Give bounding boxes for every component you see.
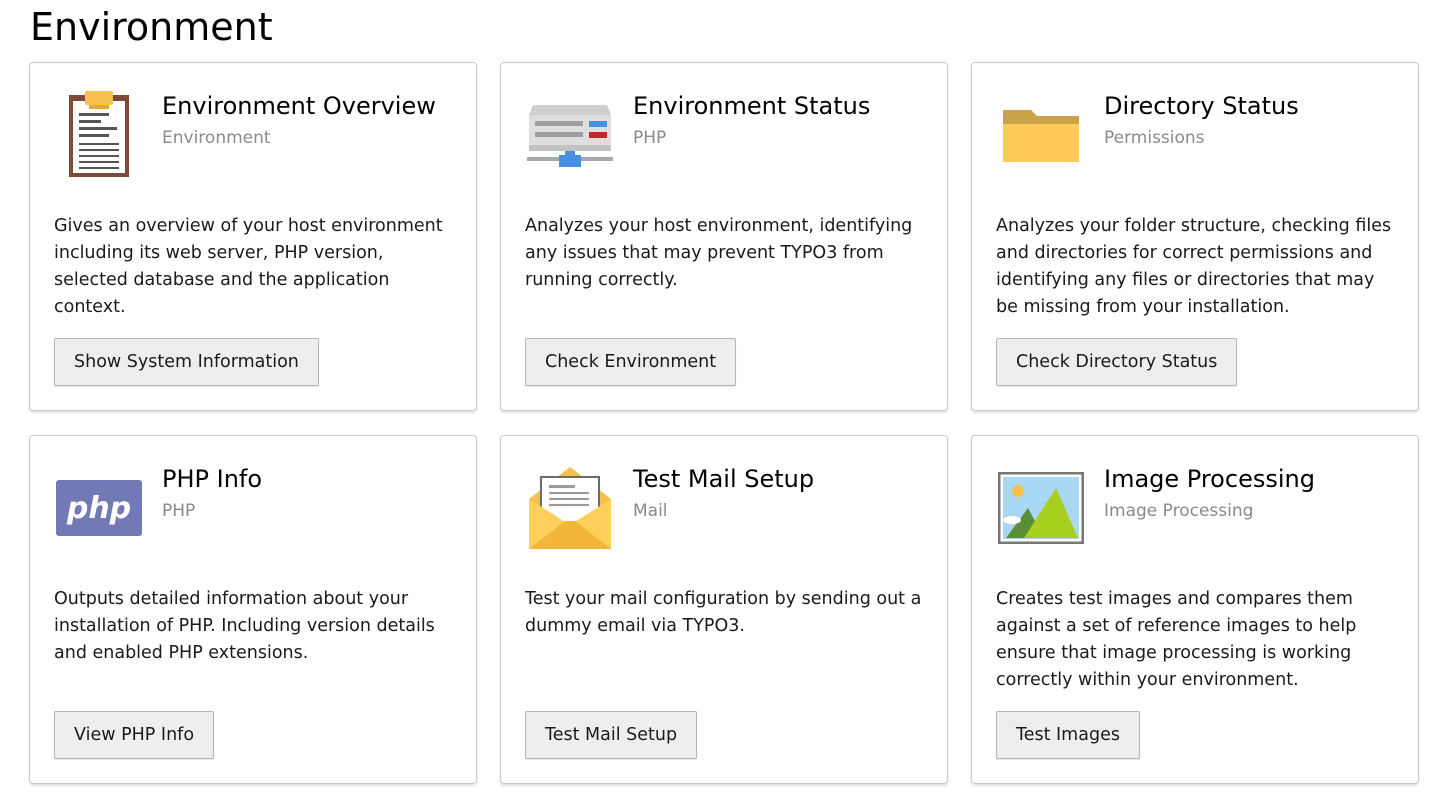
card-title: PHP Info: [162, 465, 263, 493]
card-description: Test your mail configuration by sending …: [525, 589, 922, 636]
php-logo-icon: php: [54, 463, 144, 553]
folder-icon: [996, 90, 1086, 180]
view-php-info-button[interactable]: View PHP Info: [54, 711, 215, 759]
card-title: Environment Status: [633, 92, 871, 120]
card-test-mail-setup: Test Mail Setup Mail Test your mail conf…: [500, 435, 948, 784]
card-subtitle: Permissions: [1104, 128, 1205, 148]
card-description: Analyzes your host environment, identify…: [525, 216, 913, 290]
card-description: Creates test images and compares them ag…: [996, 589, 1357, 690]
mail-envelope-icon: [525, 463, 615, 553]
php-logo-text: php: [66, 491, 131, 526]
card-description: Gives an overview of your host environme…: [54, 216, 443, 317]
image-picture-icon: [996, 463, 1086, 553]
card-php-info: php PHP Info PHP Outputs detailed inform…: [29, 435, 477, 784]
check-environment-button[interactable]: Check Environment: [525, 338, 737, 386]
card-subtitle: Mail: [633, 501, 668, 521]
card-grid: Environment Overview Environment Gives a…: [29, 62, 1419, 784]
card-description: Analyzes your folder structure, checking…: [996, 216, 1392, 317]
card-title: Image Processing: [1104, 465, 1315, 493]
environment-page: Environment Environment Overview Environ…: [0, 0, 1450, 800]
card-description: Outputs detailed information about your …: [54, 589, 435, 663]
show-system-information-button[interactable]: Show System Information: [54, 338, 319, 386]
page-title: Environment: [30, 5, 273, 49]
card-directory-status: Directory Status Permissions Analyzes yo…: [971, 62, 1419, 411]
card-subtitle: Image Processing: [1104, 501, 1254, 521]
card-subtitle: PHP: [162, 501, 196, 521]
card-environment-status: Environment Status PHP Analyzes your hos…: [500, 62, 948, 411]
server-icon: [525, 90, 615, 180]
clipboard-icon: [54, 90, 144, 180]
card-title: Environment Overview: [162, 92, 436, 120]
card-subtitle: Environment: [162, 128, 271, 148]
card-title: Test Mail Setup: [633, 465, 815, 493]
card-environment-overview: Environment Overview Environment Gives a…: [29, 62, 477, 411]
card-subtitle: PHP: [633, 128, 667, 148]
test-images-button[interactable]: Test Images: [996, 711, 1140, 759]
check-directory-status-button[interactable]: Check Directory Status: [996, 338, 1238, 386]
test-mail-setup-button[interactable]: Test Mail Setup: [525, 711, 698, 759]
card-title: Directory Status: [1104, 92, 1299, 120]
card-image-processing: Image Processing Image Processing Create…: [971, 435, 1419, 784]
